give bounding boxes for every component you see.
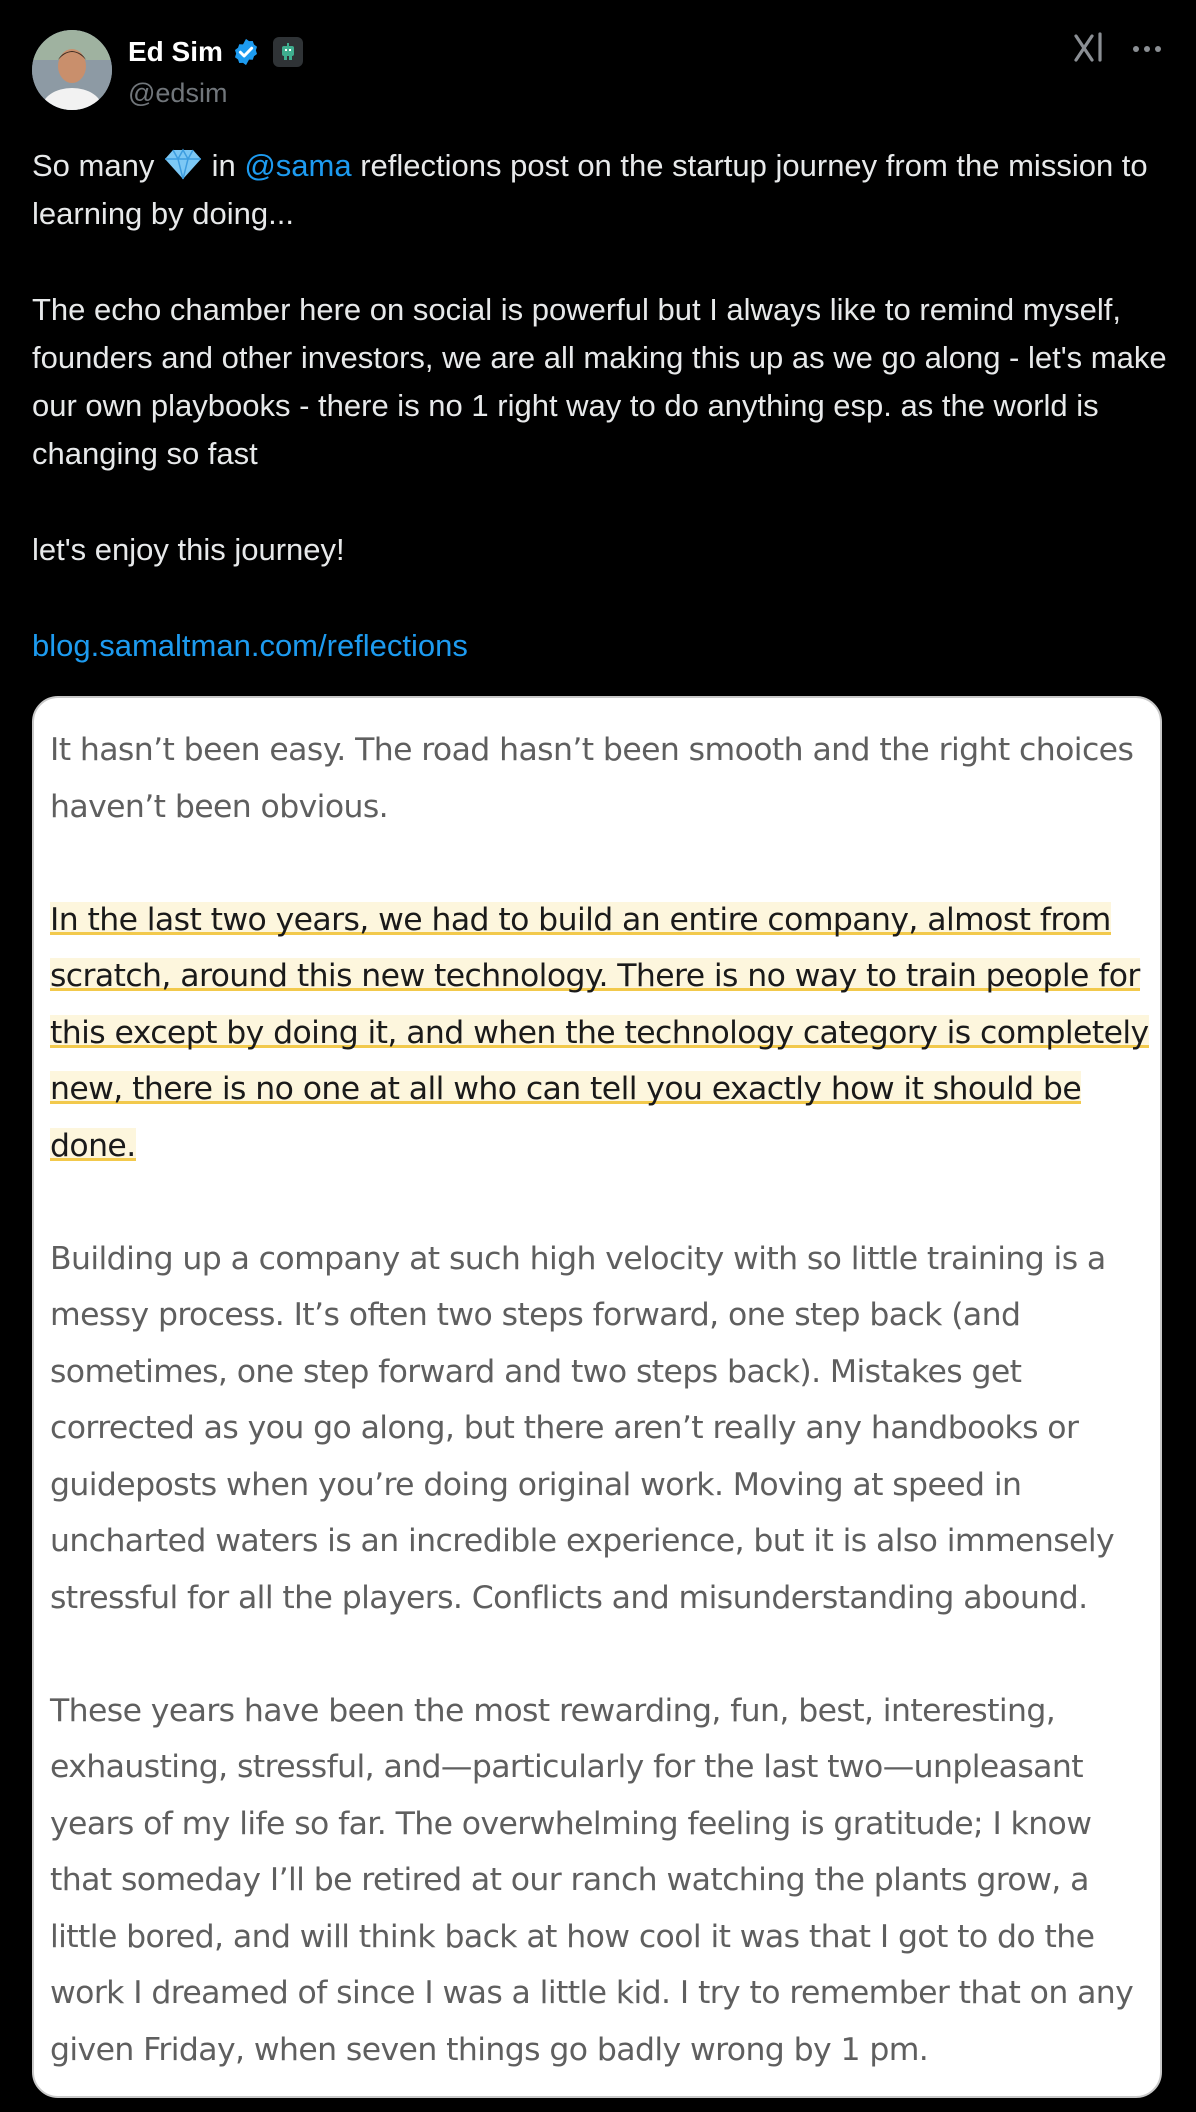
tweet-text-in: in [202,148,245,183]
quote-paragraph-1: It hasn’t been easy. The road hasn’t bee… [50,732,1134,825]
tweet-text-prefix: So many [32,148,163,183]
quote-paragraph-3: Building up a company at such high veloc… [50,1240,1115,1616]
author-handle[interactable]: @edsim [128,78,227,109]
verified-badge-icon[interactable] [231,37,261,67]
more-horizontal-icon[interactable] [1130,34,1164,64]
quoted-image-card[interactable]: It hasn’t been easy. The road hasn’t bee… [32,696,1162,2098]
mention-link[interactable]: @sama [244,148,351,183]
tweet-text: So many in @sama reflections post on the… [32,142,1172,670]
highlighted-text: In the last two years, we had to build a… [50,901,1149,1164]
tweet-paragraph-3: let's enjoy this journey! [32,532,345,567]
avatar[interactable] [32,30,112,110]
quote-body: It hasn’t been easy. The road hasn’t bee… [50,722,1150,2078]
robot-badge-icon[interactable] [272,37,303,67]
external-link[interactable]: blog.samaltman.com/reflections [32,628,468,663]
tweet-paragraph-1: So many in @sama reflections post on the… [32,142,1172,238]
gem-icon [163,146,203,180]
author-name-row: Ed Sim [128,36,303,68]
grok-icon[interactable] [1070,30,1106,66]
tweet-paragraph-2: The echo chamber here on social is power… [32,292,1167,471]
quote-paragraph-2: In the last two years, we had to build a… [50,892,1150,1175]
quote-paragraph-4: These years have been the most rewarding… [50,1692,1134,2068]
author-name[interactable]: Ed Sim [128,36,223,68]
tweet-header: Ed Sim @edsim [32,30,1172,114]
